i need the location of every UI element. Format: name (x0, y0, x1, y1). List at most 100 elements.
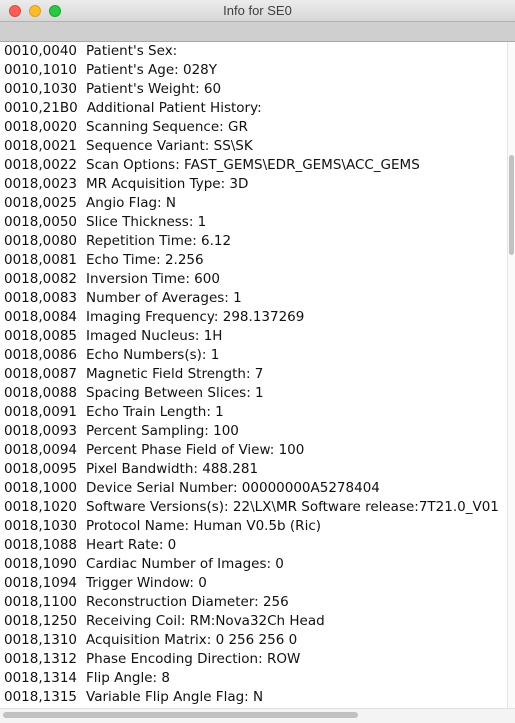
dicom-tag: 0018,0094 (4, 442, 78, 458)
info-text-area[interactable]: 0010,0040 Patient's Sex: 0010,1010 Patient'… (0, 42, 507, 708)
dicom-value: Additional Patient History: (86, 100, 262, 116)
dicom-tag: 0018,1315 (4, 689, 78, 705)
dicom-tag: 0018,0021 (4, 138, 78, 154)
info-line: 0018,1020 Software Versions(s): 22\LX\MR … (4, 498, 499, 517)
dicom-tag: 0018,0020 (4, 119, 78, 135)
dicom-tag: 0018,1310 (4, 632, 78, 648)
dicom-tag: 0018,0022 (4, 157, 78, 173)
info-line: 0018,0093 Percent Sampling: 100 (4, 422, 239, 441)
info-line: 0018,0094 Percent Phase Field of View: 10… (4, 441, 304, 460)
dicom-tag: 0018,1020 (4, 499, 78, 515)
info-line: 0018,0023 MR Acquisition Type: 3D (4, 175, 248, 194)
dicom-value: Echo Time: 2.256 (86, 252, 204, 268)
dicom-tag: 0018,0080 (4, 233, 78, 249)
dicom-value: Number of Averages: 1 (86, 290, 242, 306)
dicom-tag: 0010,1030 (4, 81, 78, 97)
info-line: 0018,1314 Flip Angle: 8 (4, 669, 170, 688)
dicom-value: Percent Sampling: 100 (86, 423, 239, 439)
dicom-tag: 0018,1100 (4, 594, 78, 610)
dicom-tag: 0018,1000 (4, 480, 78, 496)
window-title: Info for SE0 (223, 3, 292, 18)
dicom-tag: 0018,1094 (4, 575, 78, 591)
dicom-tag: 0018,1314 (4, 670, 78, 686)
dicom-value: Receiving Coil: RM:Nova32Ch Head (86, 613, 325, 629)
dicom-value: Device Serial Number: 00000000A5278404 (86, 480, 380, 496)
info-line: 0018,0021 Sequence Variant: SS\SK (4, 137, 253, 156)
dicom-value: Software Versions(s): 22\LX\MR Software … (86, 499, 499, 515)
info-line: 0018,0087 Magnetic Field Strength: 7 (4, 365, 263, 384)
info-line: 0018,1090 Cardiac Number of Images: 0 (4, 555, 284, 574)
info-line: 0018,0088 Spacing Between Slices: 1 (4, 384, 264, 403)
dicom-value: MR Acquisition Type: 3D (86, 176, 249, 192)
dicom-value: Reconstruction Diameter: 256 (86, 594, 289, 610)
info-line: 0018,1094 Trigger Window: 0 (4, 574, 207, 593)
toolbar (0, 22, 515, 42)
info-line: 0018,1315 Variable Flip Angle Flag: N (4, 688, 263, 707)
dicom-value: Patient's Weight: 60 (86, 81, 222, 97)
dicom-value: Patient's Sex: (86, 43, 178, 59)
dicom-value: Phase Encoding Direction: ROW (86, 651, 301, 667)
dicom-tag: 0010,1010 (4, 62, 78, 78)
info-line: 0018,1100 Reconstruction Diameter: 256 (4, 593, 289, 612)
dicom-tag: 0018,1250 (4, 613, 78, 629)
dicom-value: Heart Rate: 0 (86, 537, 177, 553)
dicom-value: Flip Angle: 8 (86, 670, 170, 686)
dicom-value: Patient's Age: 028Y (86, 62, 218, 78)
dicom-tag: 0018,0088 (4, 385, 78, 401)
dicom-tag: 0018,0025 (4, 195, 78, 211)
info-line: 0010,0040 Patient's Sex: (4, 42, 177, 61)
info-line: 0010,1010 Patient's Age: 028Y (4, 61, 217, 80)
dicom-value: Echo Numbers(s): 1 (86, 347, 220, 363)
info-line: 0018,0085 Imaged Nucleus: 1H (4, 327, 222, 346)
info-line: 0018,1000 Device Serial Number: 00000000A… (4, 479, 380, 498)
info-line: 0018,0082 Inversion Time: 600 (4, 270, 220, 289)
info-line: 0018,0020 Scanning Sequence: GR (4, 118, 248, 137)
info-line: 0018,0081 Echo Time: 2.256 (4, 251, 204, 270)
dicom-value: Echo Train Length: 1 (86, 404, 224, 420)
info-line: 0018,1250 Receiving Coil: RM:Nova32Ch Hea… (4, 612, 325, 631)
dicom-tag: 0018,0023 (4, 176, 78, 192)
info-line: 0018,0083 Number of Averages: 1 (4, 289, 242, 308)
dicom-tag: 0018,0083 (4, 290, 78, 306)
dicom-value: Trigger Window: 0 (86, 575, 207, 591)
info-line: 0018,1030 Protocol Name: Human V0.5b (Ric… (4, 517, 321, 536)
dicom-value: Scanning Sequence: GR (86, 119, 248, 135)
dicom-value: Pixel Bandwidth: 488.281 (86, 461, 259, 477)
info-line: 0010,1030 Patient's Weight: 60 (4, 80, 221, 99)
info-line: 0018,1088 Heart Rate: 0 (4, 536, 176, 555)
dicom-value: Imaged Nucleus: 1H (86, 328, 223, 344)
dicom-tag: 0018,0081 (4, 252, 78, 268)
dicom-tag: 0018,1090 (4, 556, 78, 572)
dicom-tag: 0018,0050 (4, 214, 78, 230)
dicom-value: Variable Flip Angle Flag: N (86, 689, 264, 705)
info-line: 0018,0084 Imaging Frequency: 298.137269 (4, 308, 304, 327)
dicom-tag: 0010,21B0 (4, 100, 78, 116)
dicom-value: Cardiac Number of Images: 0 (86, 556, 284, 572)
dicom-tag: 0018,0093 (4, 423, 78, 439)
dicom-tag: 0018,0085 (4, 328, 78, 344)
info-line: 0010,21B0 Additional Patient History: (4, 99, 262, 118)
dicom-tag: 0018,0084 (4, 309, 78, 325)
dicom-value: Spacing Between Slices: 1 (86, 385, 264, 401)
vertical-scroll-thumb[interactable] (509, 155, 514, 255)
dicom-value: Percent Phase Field of View: 100 (86, 442, 305, 458)
info-line: 0018,0080 Repetition Time: 6.12 (4, 232, 231, 251)
horizontal-scrollbar[interactable] (0, 708, 515, 723)
dicom-tag: 0018,0086 (4, 347, 78, 363)
dicom-value: Sequence Variant: SS\SK (86, 138, 253, 154)
dicom-value: Magnetic Field Strength: 7 (86, 366, 264, 382)
vertical-scrollbar[interactable] (507, 42, 515, 708)
dicom-value: Acquisition Matrix: 0 256 256 0 (86, 632, 298, 648)
info-line: 0018,1310 Acquisition Matrix: 0 256 256 0 (4, 631, 297, 650)
dicom-tag: 0018,1312 (4, 651, 78, 667)
info-line: 0018,0095 Pixel Bandwidth: 488.281 (4, 460, 258, 479)
dicom-value: Protocol Name: Human V0.5b (Ric) (86, 518, 322, 534)
info-line: 0018,0022 Scan Options: FAST_GEMS\EDR_GEM… (4, 156, 420, 175)
dicom-value: Angio Flag: N (86, 195, 176, 211)
title-bar[interactable]: Info for SE0 (0, 0, 515, 22)
info-line: 0018,0091 Echo Train Length: 1 (4, 403, 224, 422)
horizontal-scroll-thumb[interactable] (3, 712, 358, 718)
dicom-value: Scan Options: FAST_GEMS\EDR_GEMS\ACC_GEM… (86, 157, 420, 173)
dicom-tag: 0018,0091 (4, 404, 78, 420)
dicom-tag: 0018,1088 (4, 537, 78, 553)
